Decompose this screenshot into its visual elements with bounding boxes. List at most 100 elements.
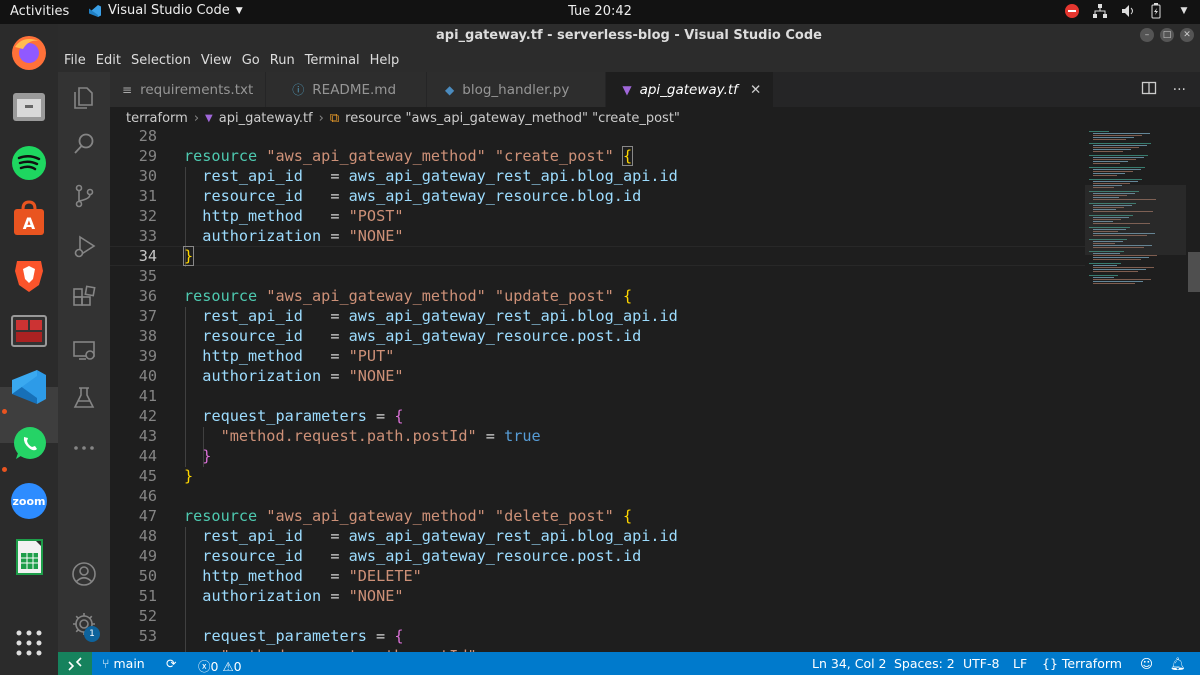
whatsapp-icon[interactable] [8, 422, 50, 464]
matching-brace: } [182, 246, 195, 266]
keyword: resource [184, 287, 258, 305]
tab-api-gateway[interactable]: ▼ api_gateway.tf ✕ [606, 72, 775, 107]
operator: = [330, 547, 340, 565]
spreadsheet-icon[interactable] [8, 536, 50, 578]
vertical-scrollbar[interactable] [1186, 129, 1200, 652]
menu-edit[interactable]: Edit [96, 53, 121, 68]
minimap-line [1093, 169, 1141, 170]
activities-button[interactable]: Activities [10, 4, 69, 19]
code-line: 47 resource "aws_api_gateway_method" "del… [110, 506, 1085, 526]
network-icon[interactable] [1092, 3, 1108, 19]
close-button[interactable]: ✕ [1180, 28, 1194, 42]
more-actions-icon[interactable]: ··· [1173, 82, 1186, 98]
software-center-icon[interactable]: A [8, 198, 50, 240]
more-icon[interactable] [68, 432, 100, 464]
minimap-line [1093, 257, 1149, 258]
do-not-disturb-icon[interactable] [1064, 3, 1080, 19]
string: "create_post" [494, 147, 614, 165]
line-number: 48 [138, 527, 157, 545]
string: "NONE" [348, 587, 404, 605]
branch-status[interactable]: ⑂ main [102, 656, 145, 671]
brace: { [394, 627, 404, 645]
menu-help[interactable]: Help [370, 53, 400, 68]
maximize-button[interactable]: □ [1160, 28, 1174, 42]
attribute: resource_id [202, 547, 303, 565]
firefox-icon[interactable] [8, 32, 50, 74]
monitor-app-icon[interactable] [8, 310, 50, 352]
remote-indicator-icon[interactable] [58, 652, 92, 675]
feedback-icon[interactable]: ☺ [1140, 656, 1153, 671]
close-tab-icon[interactable]: ✕ [750, 82, 761, 98]
battery-icon[interactable] [1148, 3, 1164, 19]
split-editor-icon[interactable] [1141, 80, 1157, 100]
extensions-icon[interactable] [68, 282, 100, 314]
minimap-line [1093, 135, 1142, 136]
string: "NONE" [348, 227, 404, 245]
minimap-line [1093, 279, 1151, 280]
tab-blog-handler[interactable]: ◆ blog_handler.py [427, 72, 607, 107]
menu-run[interactable]: Run [270, 53, 295, 68]
remote-explorer-icon[interactable] [68, 334, 100, 366]
vscode-dock-icon[interactable] [8, 366, 50, 408]
brace: { [622, 287, 633, 305]
attribute: rest_api_id [202, 527, 303, 545]
line-number: 45 [138, 467, 157, 485]
problems-status[interactable]: ⓧ0 ⚠0 [198, 656, 242, 675]
indentation-status[interactable]: Spaces: 2 [894, 656, 955, 671]
operator: = [485, 427, 495, 445]
tab-label: README.md [312, 81, 397, 98]
search-icon[interactable] [68, 128, 100, 160]
spotify-icon[interactable] [8, 142, 50, 184]
zoom-icon[interactable]: zoom [8, 480, 50, 522]
run-debug-icon[interactable] [68, 230, 100, 262]
attribute: request_parameters [202, 627, 367, 645]
minimap-line [1093, 145, 1147, 146]
notifications-bell-icon[interactable]: 🔔︎ [1170, 656, 1186, 672]
minimize-button[interactable]: – [1140, 28, 1154, 42]
chevron-down-icon[interactable]: ▼ [1176, 3, 1192, 19]
encoding-status[interactable]: UTF-8 [963, 656, 999, 671]
breadcrumb-folder[interactable]: terraform [126, 111, 188, 126]
breadcrumb-symbol[interactable]: resource "aws_api_gateway_method" "creat… [345, 111, 680, 126]
menu-view[interactable]: View [201, 53, 232, 68]
minimap-viewport[interactable] [1085, 185, 1186, 255]
minimap-line [1089, 131, 1109, 132]
menu-go[interactable]: Go [242, 53, 260, 68]
menu-selection[interactable]: Selection [131, 53, 191, 68]
code-line: 51 authorization = "NONE" [110, 586, 1085, 606]
attribute: rest_api_id [202, 307, 303, 325]
string: "aws_api_gateway_method" [266, 287, 486, 305]
matching-brace: { [621, 146, 634, 166]
attribute: resource_id [202, 187, 303, 205]
tab-readme[interactable]: ⓘ README.md [266, 72, 428, 107]
string: "PUT" [348, 347, 395, 365]
code-editor[interactable]: 28 29 resource "aws_api_gateway_method" "… [110, 129, 1085, 652]
window-title: api_gateway.tf - serverless-blog - Visua… [435, 28, 822, 43]
menu-file[interactable]: File [64, 53, 86, 68]
app-menu[interactable]: Visual Studio Code ▼ [88, 3, 243, 18]
testing-icon[interactable] [68, 382, 100, 414]
menu-terminal[interactable]: Terminal [305, 53, 360, 68]
source-control-icon[interactable] [68, 180, 100, 212]
show-applications-icon[interactable] [8, 622, 50, 664]
string: "aws_api_gateway_method" [266, 507, 486, 525]
code-line: 33 authorization = "NONE" [110, 226, 1085, 246]
line-number: 33 [138, 227, 157, 245]
language-status[interactable]: {} Terraform [1042, 656, 1122, 671]
eol-status[interactable]: LF [1013, 656, 1027, 671]
tab-requirements[interactable]: ≡ requirements.txt [110, 72, 267, 107]
brave-icon[interactable] [8, 254, 50, 296]
brace: { [622, 507, 633, 525]
file-manager-icon[interactable] [8, 86, 50, 128]
scrollbar-thumb[interactable] [1188, 252, 1200, 292]
minimap[interactable] [1085, 129, 1186, 652]
cursor-position[interactable]: Ln 34, Col 2 [812, 656, 887, 671]
minimap-line [1089, 263, 1121, 264]
explorer-icon[interactable] [68, 80, 100, 112]
sync-icon[interactable]: ⟳ [166, 656, 176, 671]
volume-icon[interactable] [1120, 3, 1136, 19]
attribute: http_method [202, 207, 303, 225]
breadcrumb-file[interactable]: api_gateway.tf [219, 111, 313, 126]
operator: = [330, 307, 340, 325]
accounts-icon[interactable] [68, 558, 100, 590]
